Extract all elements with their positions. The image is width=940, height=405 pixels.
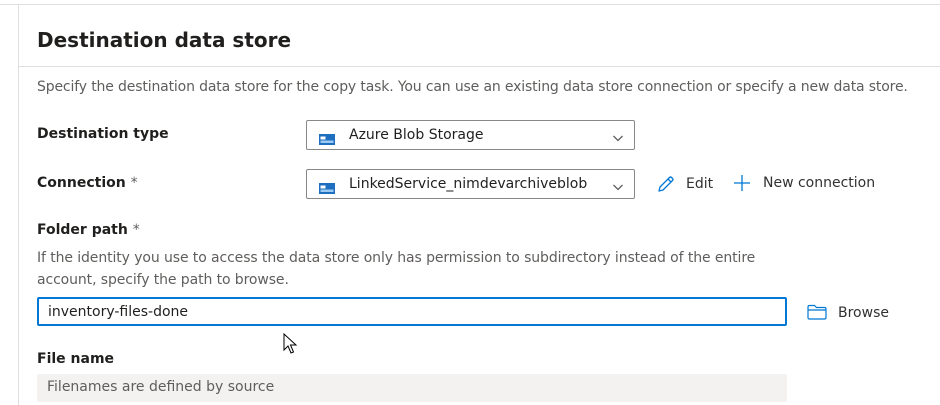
destination-type-label: Destination type <box>37 126 169 142</box>
chevron-down-icon <box>612 129 624 142</box>
destination-data-store-panel: Destination data store Specify the desti… <box>0 0 940 405</box>
browse-button[interactable]: Browse <box>807 302 889 321</box>
connection-value: LinkedService_nimdevarchiveblob <box>349 176 588 192</box>
connection-label-text: Connection <box>37 175 126 191</box>
folder-path-label-text: Folder path <box>37 222 128 238</box>
top-border <box>0 0 940 5</box>
edit-connection-button[interactable]: Edit <box>656 174 713 194</box>
required-marker: * <box>130 175 138 191</box>
connection-label: Connection * <box>37 175 138 191</box>
destination-type-dropdown[interactable]: Azure Blob Storage <box>306 120 635 150</box>
destination-type-label-text: Destination type <box>37 126 169 142</box>
file-name-label: File name <box>37 351 114 367</box>
new-connection-button[interactable]: New connection <box>733 174 875 192</box>
azure-blob-storage-icon <box>319 179 335 194</box>
edit-label: Edit <box>686 176 714 192</box>
new-connection-label: New connection <box>763 175 876 191</box>
plus-icon <box>733 174 751 192</box>
left-border <box>18 4 19 405</box>
section-divider <box>19 66 940 67</box>
file-name-label-text: File name <box>37 351 115 367</box>
required-marker: * <box>132 222 140 238</box>
mouse-cursor-icon <box>283 332 298 355</box>
folder-path-input[interactable] <box>37 297 787 326</box>
destination-type-value: Azure Blob Storage <box>349 127 484 143</box>
browse-label: Browse <box>838 305 889 321</box>
azure-blob-storage-icon <box>319 130 335 145</box>
section-title: Destination data store <box>37 28 292 52</box>
chevron-down-icon <box>612 178 624 191</box>
connection-dropdown[interactable]: LinkedService_nimdevarchiveblob <box>306 169 635 199</box>
folder-path-help-text: If the identity you use to access the da… <box>37 250 756 288</box>
section-description: Specify the destination data store for t… <box>37 79 908 95</box>
pencil-icon <box>656 174 676 194</box>
folder-path-label: Folder path * <box>37 222 140 238</box>
file-name-field: Filenames are defined by source <box>37 374 787 402</box>
folder-icon <box>807 304 827 320</box>
